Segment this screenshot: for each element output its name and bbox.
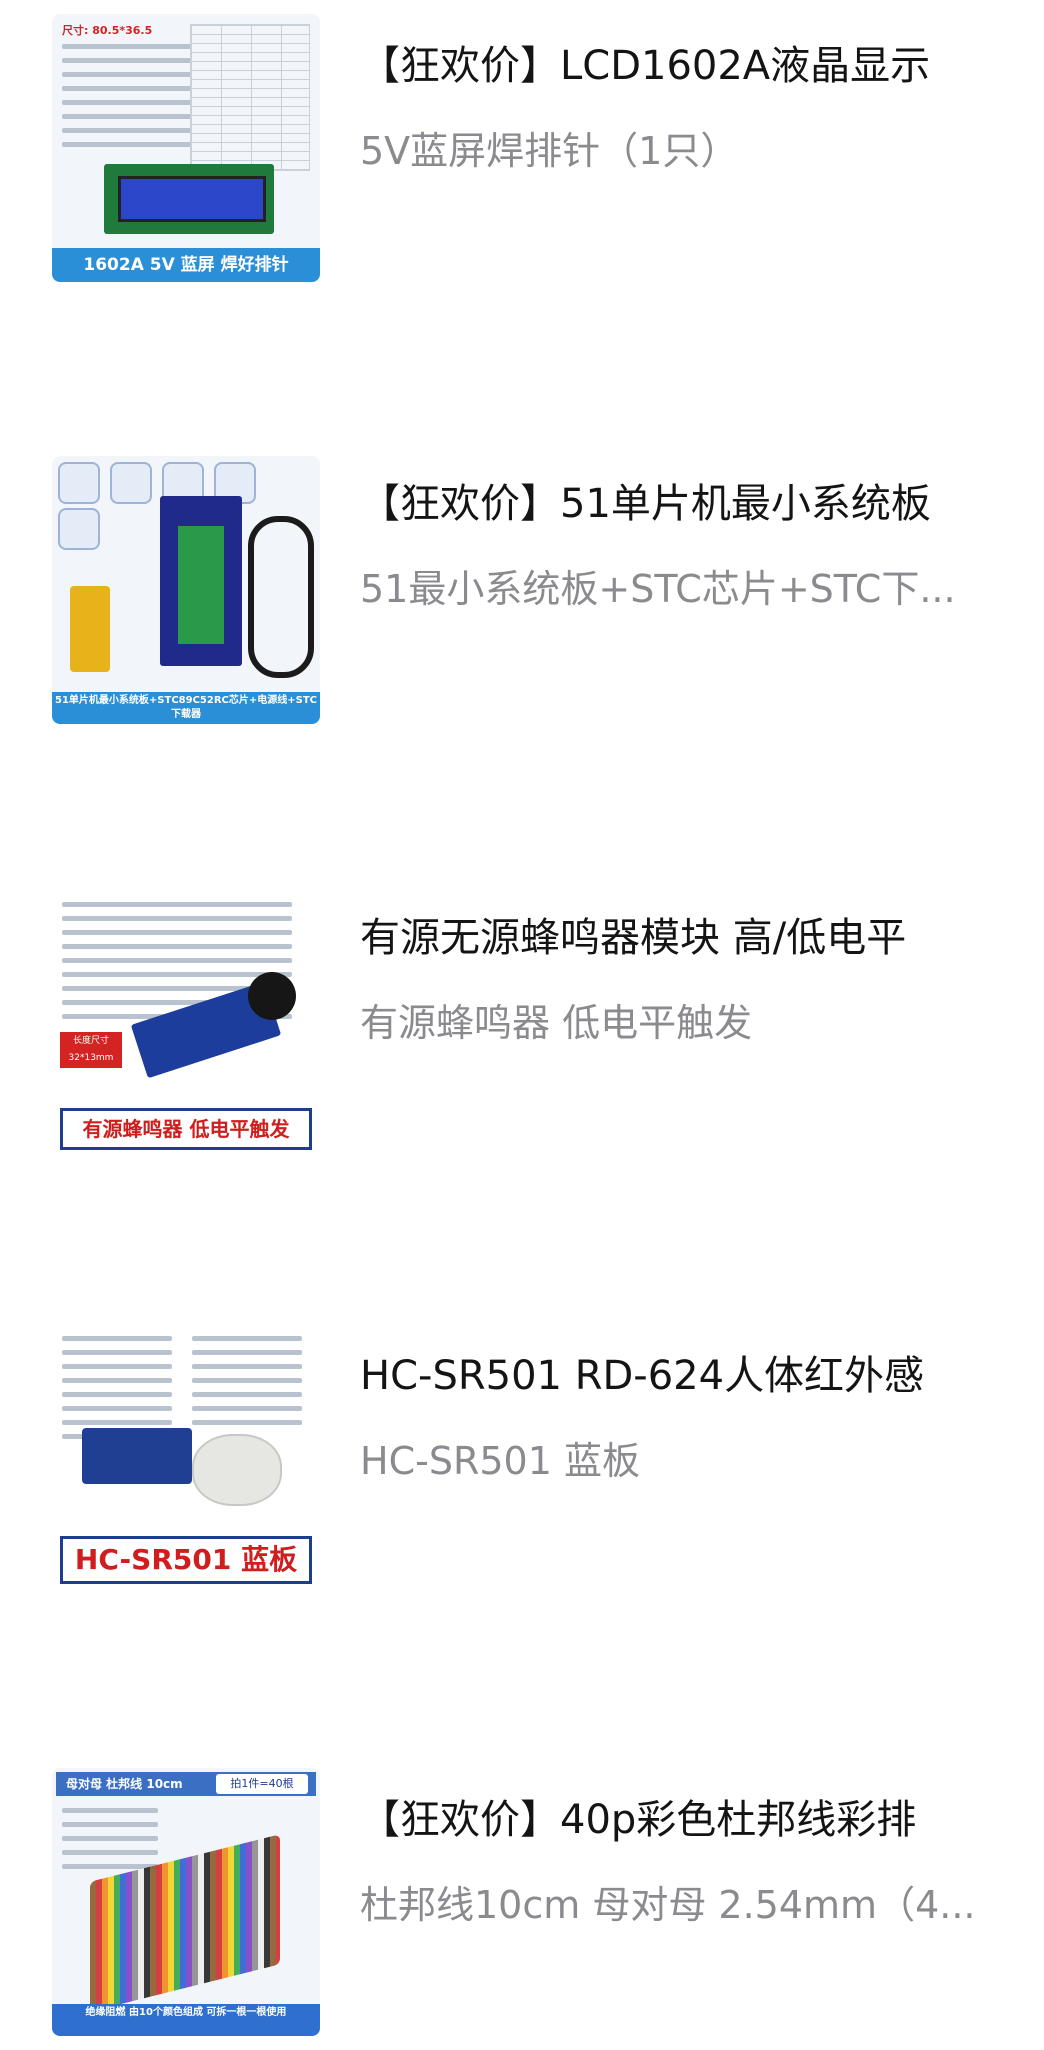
product-subtitle: 有源蜂鸣器 低电平触发 (360, 1001, 753, 1045)
thumb-header-tag-label: 拍1件=40根 (230, 1777, 294, 1790)
study-material-icon (58, 508, 100, 550)
pir-lens-image (192, 1434, 282, 1506)
chip-socket-graphic (178, 526, 224, 644)
pinout-table-graphic (190, 24, 310, 171)
thumb-header-tag: 拍1件=40根 (216, 1774, 308, 1794)
product-item-buzzer-module[interactable]: 长度尺寸 32*13mm 有源蜂鸣器 低电平触发 有源无源蜂鸣器模块 高/低电平… (0, 876, 1044, 1176)
size-tag-value: 32*13mm (68, 1053, 114, 1063)
lcd-screen-graphic (118, 176, 266, 222)
product-subtitle: 杜邦线10cm 母对母 2.54mm（4... (360, 1883, 976, 1927)
spec-text-graphic (62, 44, 192, 156)
pir-board-image (82, 1428, 192, 1484)
product-thumbnail[interactable]: HC-SR501 蓝板 (52, 1324, 320, 1592)
thumb-size-label: 尺寸: 80.5*36.5 (62, 24, 153, 37)
size-tag: 长度尺寸 32*13mm (60, 1032, 122, 1068)
product-subtitle: 51最小系统板+STC芯片+STC下... (360, 567, 956, 611)
thumb-caption: 绝缘阻燃 由10个颜色组成 可拆一根一根使用 (52, 2004, 320, 2036)
product-title[interactable]: 【狂欢价】40p彩色杜邦线彩排 (360, 1794, 1030, 1846)
power-cable-image (248, 516, 314, 678)
product-subtitle: HC-SR501 蓝板 (360, 1439, 640, 1483)
product-item-lcd1602a[interactable]: 尺寸: 80.5*36.5 1602A 5V 蓝屏 焊好排针 【狂欢价】LCD1… (0, 0, 1044, 300)
product-item-dupont-wire[interactable]: 母对母 杜邦线 10cm 拍1件=40根 绝缘阻燃 由10个颜色组成 可拆一根一… (0, 1750, 1044, 2050)
product-title[interactable]: 【狂欢价】51单片机最小系统板 (360, 478, 1030, 530)
thumb-caption: HC-SR501 蓝板 (60, 1536, 312, 1584)
lcd-module-image (104, 164, 274, 234)
product-title[interactable]: HC-SR501 RD-624人体红外感 (360, 1350, 1030, 1402)
brand-logo-icon (58, 462, 100, 504)
thumb-header-label: 母对母 杜邦线 10cm (66, 1777, 183, 1791)
thumb-caption: 51单片机最小系统板+STC89C52RC芯片+电源线+STC下载器 (52, 692, 320, 724)
product-list: 尺寸: 80.5*36.5 1602A 5V 蓝屏 焊好排针 【狂欢价】LCD1… (0, 0, 1044, 2040)
product-subtitle: 5V蓝屏焊排针（1只） (360, 129, 739, 173)
tech-support-icon (110, 462, 152, 504)
feature-text-graphic (192, 1336, 302, 1434)
mcu-board-image (160, 496, 242, 666)
thumb-caption: 1602A 5V 蓝屏 焊好排针 (52, 248, 320, 282)
product-thumbnail[interactable]: 母对母 杜邦线 10cm 拍1件=40根 绝缘阻燃 由10个颜色组成 可拆一根一… (52, 1768, 320, 2036)
product-thumbnail[interactable]: 尺寸: 80.5*36.5 1602A 5V 蓝屏 焊好排针 (52, 14, 320, 282)
product-title[interactable]: 【狂欢价】LCD1602A液晶显示 (360, 40, 1030, 92)
usb-downloader-image (70, 586, 110, 672)
product-thumbnail[interactable]: 长度尺寸 32*13mm 有源蜂鸣器 低电平触发 (52, 890, 320, 1158)
product-item-hc-sr501[interactable]: HC-SR501 蓝板 HC-SR501 RD-624人体红外感 HC-SR50… (0, 1310, 1044, 1610)
product-item-51-mcu-board[interactable]: 51单片机最小系统板+STC89C52RC芯片+电源线+STC下载器 【狂欢价】… (0, 438, 1044, 738)
size-tag-label: 长度尺寸 (72, 1036, 109, 1046)
product-title[interactable]: 有源无源蜂鸣器模块 高/低电平 (360, 912, 1030, 964)
buzzer-component-image (248, 972, 296, 1020)
product-thumbnail[interactable]: 51单片机最小系统板+STC89C52RC芯片+电源线+STC下载器 (52, 456, 320, 724)
thumb-caption: 有源蜂鸣器 低电平触发 (60, 1108, 312, 1150)
